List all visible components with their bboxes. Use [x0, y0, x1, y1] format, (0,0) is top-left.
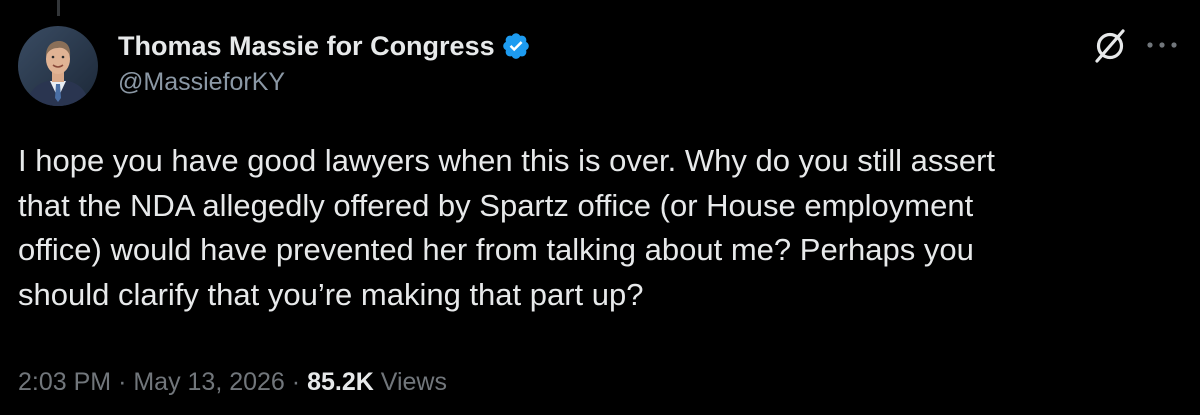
- avatar-image: [18, 26, 98, 106]
- tweet-text-line: that the NDA allegedly offered by Spartz…: [18, 187, 974, 223]
- separator-dot: ·: [118, 368, 127, 396]
- author-display-name[interactable]: Thomas Massie for Congress: [118, 31, 495, 62]
- tweet-metadata: 2:03 PM · May 13, 2026 · 85.2K Views: [18, 368, 447, 397]
- tweet-text-line: I hope you have good lawyers when this i…: [18, 143, 995, 178]
- tweet-date[interactable]: May 13, 2026: [133, 368, 285, 396]
- tweet-text-line: should clarify that you’re making that p…: [18, 276, 644, 312]
- tweet-time[interactable]: 2:03 PM: [18, 368, 111, 396]
- verified-badge-icon[interactable]: [501, 31, 531, 61]
- author-avatar[interactable]: [18, 26, 98, 106]
- grok-icon[interactable]: [1090, 26, 1130, 66]
- thread-connector-line: [57, 0, 60, 16]
- author-handle[interactable]: @MassieforKY: [118, 68, 285, 97]
- author-name-row: Thomas Massie for Congress: [118, 28, 531, 64]
- views-count[interactable]: 85.2K: [307, 368, 374, 396]
- separator-dot: ·: [291, 368, 301, 396]
- tweet-text: I hope you have good lawyers when this i…: [18, 139, 1183, 317]
- tweet-text-line: office) would have prevented her from ta…: [18, 232, 974, 267]
- more-options-icon[interactable]: [1142, 38, 1182, 50]
- views-label: Views: [380, 368, 447, 396]
